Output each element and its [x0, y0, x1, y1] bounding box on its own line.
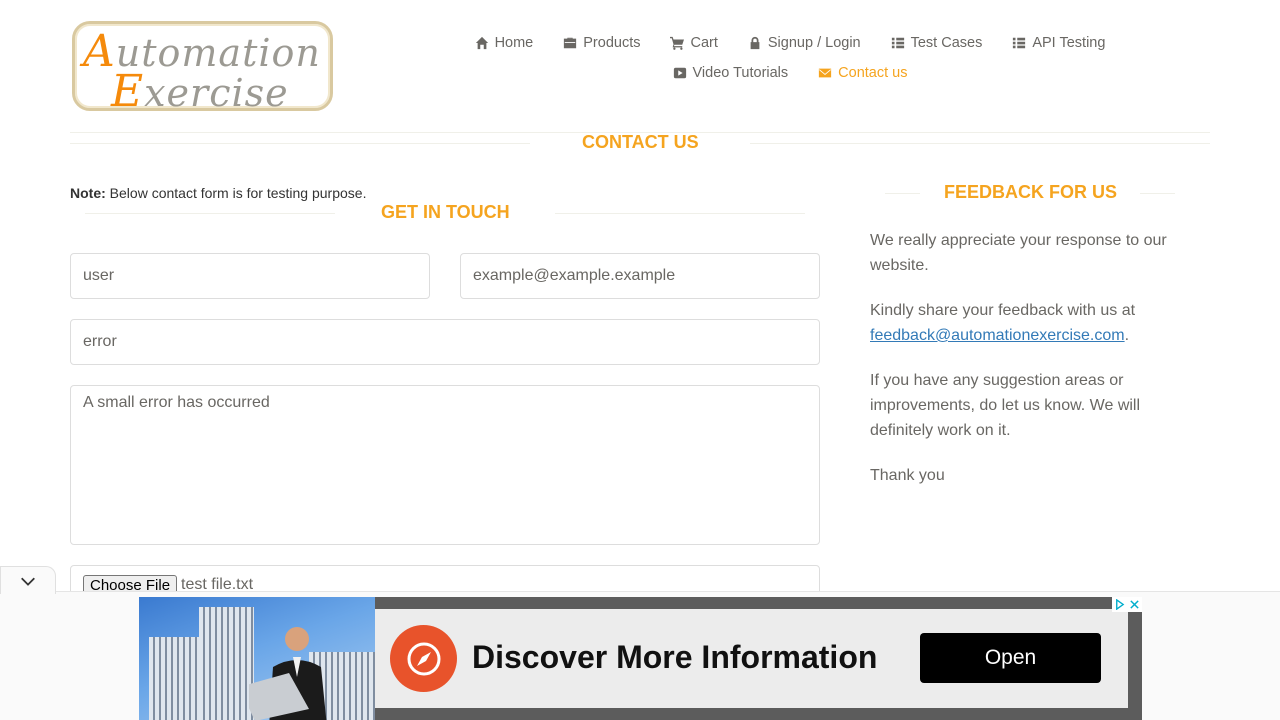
note-text: Note: Below contact form is for testing … [70, 185, 366, 201]
subject-input[interactable]: error [70, 319, 820, 365]
title-line-right [750, 143, 1210, 144]
nav-label: Cart [690, 35, 718, 51]
businessman-image [249, 627, 327, 720]
name-input[interactable]: user [70, 253, 430, 299]
note-body: Below contact form is for testing purpos… [105, 185, 367, 201]
feedback-paragraph-2: Kindly share your feedback with us at fe… [870, 298, 1190, 348]
title-line-left [70, 143, 530, 144]
ad-collapse-button[interactable] [0, 566, 56, 594]
nav-label: Products [583, 35, 641, 51]
chevron-down-icon [21, 577, 35, 586]
nav-item-home[interactable]: Home [475, 35, 534, 51]
feedback-paragraph-1: We really appreciate your response to ou… [870, 232, 1167, 274]
feedback-email-link[interactable]: feedback@automationexercise.com [870, 327, 1125, 344]
list-icon [1013, 37, 1026, 49]
logo-letter-e: E [111, 66, 145, 117]
nav-item-video-tutorials[interactable]: Video Tutorials [673, 65, 789, 81]
compass-icon [390, 625, 457, 692]
list-icon [891, 37, 904, 49]
ad-banner[interactable]: Discover More Information Open [139, 597, 1142, 720]
title-line-left [885, 193, 920, 194]
nav-row-1: Home Products Cart Signup / Login Test C… [460, 28, 1120, 58]
nav-label: Video Tutorials [692, 65, 789, 81]
briefcase-icon [564, 37, 577, 49]
ad-headline: Discover More Information [472, 639, 878, 675]
nav-item-api-testing[interactable]: API Testing [1012, 35, 1105, 51]
page: Automation Exercise Home Products Cart S… [0, 0, 1280, 720]
nav-label: Signup / Login [767, 35, 861, 51]
logo-text-line2: xercise [144, 71, 289, 115]
nav-row-2: Video Tutorials Contact us [460, 58, 1120, 88]
ad-choices [1112, 597, 1142, 612]
title-line-right [555, 213, 805, 214]
feedback-paragraph-4: Thank you [870, 467, 945, 484]
cart-icon [670, 36, 685, 50]
nav-label: Contact us [838, 65, 908, 81]
note-label: Note: [70, 185, 106, 201]
close-icon[interactable] [1129, 599, 1140, 610]
title-line-right [1140, 193, 1175, 194]
title-line-left [85, 213, 335, 214]
feedback-text: Kindly share your feedback with us at [870, 302, 1136, 319]
email-input[interactable]: example@example.example [460, 253, 820, 299]
nav-item-test-cases[interactable]: Test Cases [891, 35, 983, 51]
nav-item-contact-us[interactable]: Contact us [818, 65, 907, 81]
main-nav: Home Products Cart Signup / Login Test C… [460, 28, 1120, 88]
ad-open-button[interactable]: Open [920, 633, 1101, 683]
lock-icon [750, 36, 760, 50]
nav-item-signup-login[interactable]: Signup / Login [748, 35, 861, 51]
youtube-icon [673, 67, 686, 79]
feedback-paragraph-3: If you have any suggestion areas or impr… [870, 372, 1141, 439]
ad-panel: Discover More Information Open [375, 609, 1128, 708]
site-logo[interactable]: Automation Exercise [72, 21, 333, 117]
feedback-text: . [1124, 327, 1130, 344]
home-icon [475, 36, 488, 50]
message-textarea[interactable]: A small error has occurred [70, 385, 820, 545]
ad-choices-icon[interactable] [1114, 599, 1125, 610]
contact-us-title: CONTACT US [582, 132, 699, 152]
nav-label: Test Cases [910, 35, 983, 51]
feedback-title: FEEDBACK FOR US [944, 182, 1118, 202]
nav-item-cart[interactable]: Cart [670, 35, 718, 51]
nav-label: Home [494, 35, 534, 51]
envelope-icon [819, 68, 832, 78]
get-in-touch-title: GET IN TOUCH [381, 202, 510, 222]
nav-label: API Testing [1032, 35, 1106, 51]
ad-image [139, 597, 375, 720]
nav-item-products[interactable]: Products [563, 35, 640, 51]
